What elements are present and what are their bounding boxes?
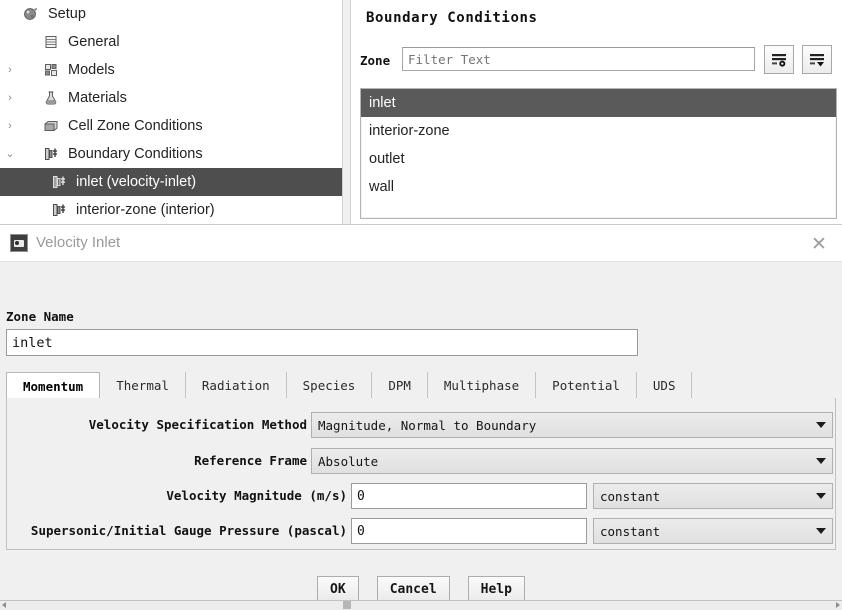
- tree-item-interior-zone[interactable]: interior-zone (interior): [0, 196, 342, 224]
- tab-species[interactable]: Species: [287, 372, 373, 398]
- sort-list-icon[interactable]: [764, 45, 794, 74]
- tree-item-label: Setup: [48, 6, 86, 22]
- momentum-form-panel: Velocity Specification Method Magnitude,…: [6, 398, 836, 550]
- dialog-body: Zone Name Momentum Thermal Radiation Spe…: [0, 262, 842, 603]
- models-icon: [40, 62, 62, 78]
- form-row-velocity-specification-method: Velocity Specification Method Magnitude,…: [7, 412, 835, 438]
- tree-expander[interactable]: ⌄: [0, 148, 20, 160]
- dropdown-value: constant: [600, 488, 661, 504]
- tab-dpm[interactable]: DPM: [372, 372, 428, 398]
- tree-item-inlet[interactable]: inlet (velocity-inlet): [0, 168, 342, 196]
- setup-icon: [20, 6, 42, 22]
- zone-list-item[interactable]: outlet: [361, 145, 836, 173]
- chevron-down-icon: [810, 458, 832, 464]
- dialog-titlebar[interactable]: Velocity Inlet ✕: [0, 225, 842, 262]
- tree-item-label: General: [68, 34, 120, 50]
- panel-splitter[interactable]: [342, 0, 351, 224]
- velocity-inlet-icon: [10, 234, 28, 252]
- velocity-specification-method-dropdown[interactable]: Magnitude, Normal to Boundary: [311, 412, 833, 438]
- boundary-conditions-panel: Boundary Conditions Zone inlet interior-…: [352, 0, 842, 224]
- tab-thermal[interactable]: Thermal: [100, 372, 186, 398]
- dialog-tab-strip: Momentum Thermal Radiation Species DPM M…: [6, 372, 836, 399]
- materials-icon: [40, 90, 62, 106]
- supersonic-initial-gauge-pressure-profile-dropdown[interactable]: constant: [593, 518, 833, 544]
- tab-multiphase[interactable]: Multiphase: [428, 372, 537, 398]
- outline-tree: Setup General › Models › Materials › Cel…: [0, 0, 342, 224]
- zone-list-item[interactable]: wall: [361, 173, 836, 201]
- form-row-velocity-magnitude: Velocity Magnitude (m/s) constant: [7, 483, 835, 509]
- tab-potential[interactable]: Potential: [536, 372, 637, 398]
- label-container: Supersonic/Initial Gauge Pressure (pasca…: [7, 518, 351, 544]
- scrollbar-thumb[interactable]: [343, 601, 351, 609]
- dropdown-value: constant: [600, 523, 661, 539]
- dialog-button-bar: OK Cancel Help: [0, 576, 842, 603]
- label-container: Velocity Specification Method: [7, 412, 311, 438]
- tree-expander[interactable]: ›: [0, 64, 20, 76]
- reference-frame-dropdown[interactable]: Absolute: [311, 448, 833, 474]
- boundary-icon: [40, 146, 62, 162]
- velocity-magnitude-label: Velocity Magnitude (m/s): [166, 488, 347, 503]
- velocity-specification-method-label: Velocity Specification Method: [88, 417, 307, 432]
- cellzone-icon: [40, 118, 62, 134]
- tree-item-boundary-conditions[interactable]: ⌄ Boundary Conditions: [0, 140, 342, 168]
- general-icon: [40, 34, 62, 50]
- chevron-down-icon: [810, 493, 832, 499]
- zone-list[interactable]: inlet interior-zone outlet wall: [360, 88, 837, 219]
- supersonic-initial-gauge-pressure-label: Supersonic/Initial Gauge Pressure (pasca…: [30, 523, 347, 538]
- tab-momentum[interactable]: Momentum: [6, 372, 101, 399]
- tree-item-label: interior-zone (interior): [76, 202, 215, 218]
- zone-filter-input[interactable]: [402, 47, 755, 71]
- tree-item-general[interactable]: General: [0, 28, 342, 56]
- tree-item-label: Cell Zone Conditions: [68, 118, 203, 134]
- velocity-magnitude-profile-dropdown[interactable]: constant: [593, 483, 833, 509]
- tab-uds[interactable]: UDS: [637, 372, 693, 398]
- tree-item-label: inlet (velocity-inlet): [76, 174, 197, 190]
- boundary-icon: [48, 174, 70, 190]
- tree-item-setup[interactable]: Setup: [0, 0, 342, 28]
- velocity-inlet-dialog: Velocity Inlet ✕ Zone Name Momentum Ther…: [0, 224, 842, 603]
- label-container: Velocity Magnitude (m/s): [7, 483, 351, 509]
- zone-name-input[interactable]: [6, 329, 638, 356]
- cancel-button[interactable]: Cancel: [376, 576, 450, 603]
- tree-item-label: Models: [68, 62, 115, 78]
- tab-radiation[interactable]: Radiation: [186, 372, 287, 398]
- chevron-down-icon: [810, 528, 832, 534]
- close-icon[interactable]: ✕: [806, 231, 832, 257]
- zone-list-item[interactable]: interior-zone: [361, 117, 836, 145]
- zone-filter-label: Zone: [360, 53, 391, 68]
- scroll-left-arrow-icon[interactable]: [2, 602, 6, 608]
- dropdown-value: Absolute: [318, 453, 379, 469]
- form-row-supersonic-initial-gauge-pressure: Supersonic/Initial Gauge Pressure (pasca…: [7, 518, 835, 544]
- supersonic-initial-gauge-pressure-input[interactable]: [351, 518, 587, 544]
- velocity-magnitude-input[interactable]: [351, 483, 587, 509]
- tree-item-label: Materials: [68, 90, 127, 106]
- zone-name-label: Zone Name: [6, 309, 74, 324]
- dialog-title: Velocity Inlet: [36, 234, 121, 251]
- panel-title: Boundary Conditions: [366, 10, 538, 26]
- label-container: Reference Frame: [7, 448, 311, 474]
- list-options-icon[interactable]: [802, 45, 832, 74]
- tree-item-materials[interactable]: › Materials: [0, 84, 342, 112]
- chevron-down-icon: [810, 422, 832, 428]
- ok-button[interactable]: OK: [317, 576, 359, 603]
- help-button[interactable]: Help: [467, 576, 525, 603]
- tree-item-cell-zone-conditions[interactable]: › Cell Zone Conditions: [0, 112, 342, 140]
- tree-expander[interactable]: ›: [0, 120, 20, 132]
- tree-item-label: Boundary Conditions: [68, 146, 203, 162]
- boundary-icon: [48, 202, 70, 218]
- dropdown-value: Magnitude, Normal to Boundary: [318, 417, 537, 433]
- zone-list-item[interactable]: inlet: [361, 89, 836, 117]
- scroll-right-arrow-icon[interactable]: [836, 602, 840, 608]
- tree-expander[interactable]: ›: [0, 92, 20, 104]
- tree-item-models[interactable]: › Models: [0, 56, 342, 84]
- reference-frame-label: Reference Frame: [194, 453, 307, 468]
- form-row-reference-frame: Reference Frame Absolute: [7, 448, 835, 474]
